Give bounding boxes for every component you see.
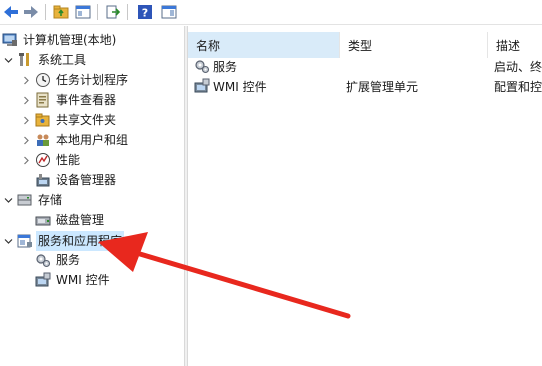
- tree-item-local-users-groups[interactable]: 本地用户和组: [20, 130, 128, 150]
- list-cell-description: 启动、终: [494, 59, 542, 74]
- performance-icon: [35, 152, 51, 168]
- tree-item-system-tools[interactable]: 系统工具: [2, 50, 86, 70]
- chevron-right-icon[interactable]: [20, 150, 32, 170]
- disk-management-icon: [35, 212, 51, 228]
- show-action-pane-icon[interactable]: [160, 3, 178, 21]
- tools-icon: [17, 52, 33, 68]
- gears-icon: [194, 58, 210, 74]
- wmi-control-icon: [194, 78, 210, 94]
- console-tree: 计算机管理(本地) 系统工具 任务计划程序 事件查看器 共享文件夹 本地用户和组…: [0, 26, 184, 366]
- wmi-control-icon: [35, 272, 51, 288]
- chevron-down-icon[interactable]: [2, 231, 14, 251]
- list-cell-name: 服务: [194, 56, 340, 76]
- help-icon[interactable]: ?: [136, 3, 154, 21]
- tree-item-performance[interactable]: 性能: [20, 150, 80, 170]
- back-arrow-icon[interactable]: [2, 3, 20, 21]
- device-manager-icon: [35, 172, 51, 188]
- column-header-type[interactable]: 类型: [340, 32, 488, 58]
- list-cell-name-text: WMI 控件: [213, 79, 267, 94]
- list-cell-name-text: 服务: [213, 59, 238, 74]
- tree-item-services-and-applications[interactable]: 服务和应用程序: [2, 231, 125, 251]
- column-header-name[interactable]: 名称: [188, 32, 340, 58]
- tree-item-label: 存储: [38, 193, 63, 207]
- tree-item-storage[interactable]: 存储: [2, 190, 62, 210]
- toolbar-separator: [127, 4, 128, 20]
- up-folder-icon[interactable]: [52, 3, 70, 21]
- list-row-services[interactable]: 服务 启动、终: [188, 56, 542, 76]
- tree-item-label: WMI 控件: [56, 273, 110, 287]
- toolbar: ?: [0, 0, 542, 25]
- computer-management-icon: [2, 32, 18, 48]
- list-cell-type: [346, 56, 486, 76]
- tree-item-label: 本地用户和组: [56, 133, 129, 147]
- chevron-right-icon[interactable]: [20, 70, 32, 90]
- tree-item-shared-folders[interactable]: 共享文件夹: [20, 110, 116, 130]
- list-cell-name: WMI 控件: [194, 76, 340, 96]
- list-row-wmi-control[interactable]: WMI 控件 扩展管理单元 配置和控: [188, 76, 542, 96]
- toolbar-separator: [45, 4, 46, 20]
- tree-item-computer-management[interactable]: 计算机管理(本地): [2, 30, 116, 50]
- tree-item-event-viewer[interactable]: 事件查看器: [20, 90, 116, 110]
- chevron-right-icon[interactable]: [20, 90, 32, 110]
- tree-item-label: 磁盘管理: [56, 213, 105, 227]
- chevron-right-icon[interactable]: [20, 130, 32, 150]
- clock-icon: [35, 72, 51, 88]
- chevron-down-icon[interactable]: [2, 50, 14, 70]
- show-hide-console-tree-icon[interactable]: [74, 3, 92, 21]
- tree-item-task-scheduler[interactable]: 任务计划程序: [20, 70, 128, 90]
- forward-arrow-icon[interactable]: [22, 3, 40, 21]
- users-icon: [35, 132, 51, 148]
- list-cell-type: 扩展管理单元: [346, 79, 419, 94]
- tree-item-label: 任务计划程序: [56, 73, 129, 87]
- tree-item-disk-management[interactable]: 磁盘管理: [35, 210, 104, 230]
- tree-item-services[interactable]: 服务: [35, 250, 80, 270]
- tree-item-label: 设备管理器: [56, 173, 117, 187]
- tree-item-label: 共享文件夹: [56, 113, 117, 127]
- svg-text:?: ?: [142, 7, 148, 20]
- tree-item-label: 系统工具: [38, 53, 87, 67]
- chevron-right-icon[interactable]: [20, 110, 32, 130]
- event-viewer-icon: [35, 92, 51, 108]
- details-list: 名称 类型 描述 服务 启动、终 WMI 控件 扩展管理单元 配置和控: [188, 26, 542, 366]
- tree-item-label: 计算机管理(本地): [23, 33, 117, 47]
- list-cell-description: 配置和控: [494, 79, 542, 94]
- column-header-description[interactable]: 描述: [488, 32, 542, 58]
- tree-item-device-manager[interactable]: 设备管理器: [35, 170, 116, 190]
- storage-icon: [17, 192, 33, 208]
- toolbar-separator: [97, 4, 98, 20]
- shared-folder-icon: [35, 112, 51, 128]
- tree-item-label: 服务和应用程序: [36, 231, 125, 251]
- tree-item-wmi-control[interactable]: WMI 控件: [35, 270, 110, 290]
- gears-icon: [35, 252, 51, 268]
- tree-item-label: 性能: [56, 153, 81, 167]
- chevron-down-icon[interactable]: [2, 190, 14, 210]
- tree-item-label: 服务: [56, 253, 81, 267]
- services-applications-icon: [17, 233, 33, 249]
- tree-item-label: 事件查看器: [56, 93, 117, 107]
- export-list-icon[interactable]: [104, 3, 122, 21]
